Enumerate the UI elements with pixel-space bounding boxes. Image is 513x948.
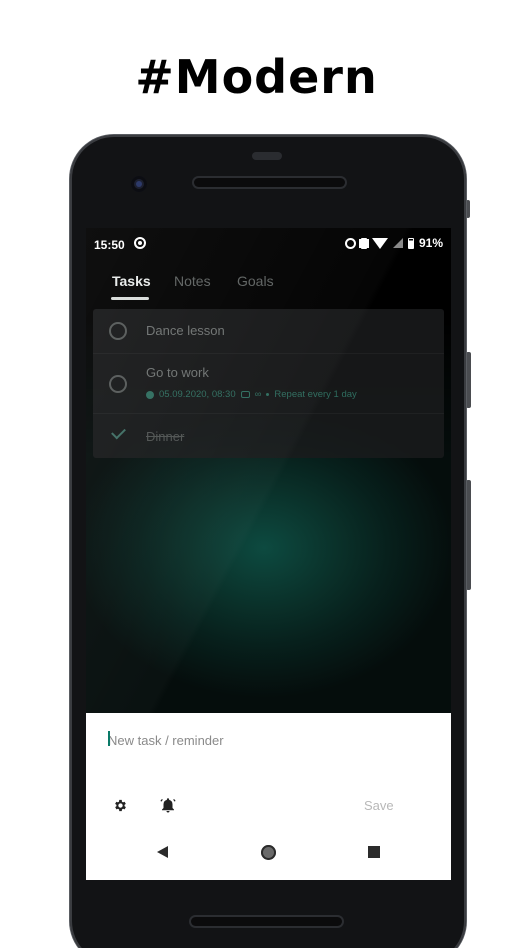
task-title: Dance lesson xyxy=(146,323,225,338)
active-tab-indicator xyxy=(111,297,149,300)
navigation-bar xyxy=(86,833,451,880)
task-input-wrap xyxy=(106,727,426,753)
gear-icon[interactable] xyxy=(113,798,128,813)
headline: #Modern xyxy=(135,50,378,104)
text-caret xyxy=(108,731,110,746)
sync-icon xyxy=(134,237,146,249)
front-camera-icon xyxy=(131,176,147,192)
save-button[interactable]: Save xyxy=(364,798,394,813)
phone-volume-button xyxy=(466,480,471,590)
separator-dot xyxy=(266,393,270,396)
battery-percent: 91% xyxy=(418,236,443,250)
task-title: Dinner xyxy=(146,429,185,444)
tab-notes[interactable]: Notes xyxy=(174,273,211,289)
task-item[interactable]: Dinner xyxy=(93,413,444,458)
status-bar: 15:50 91% xyxy=(86,228,451,260)
phone-screen: 15:50 91% Tasks Notes Goals Dance lesson… xyxy=(86,228,451,880)
repeat-icon xyxy=(240,391,250,398)
recents-square-icon[interactable] xyxy=(368,846,380,858)
new-task-sheet: Save xyxy=(86,713,451,880)
phone-bottom-speaker xyxy=(191,917,342,926)
task-checkbox[interactable] xyxy=(109,322,127,340)
wifi-icon xyxy=(371,237,388,249)
task-repeat-count: ∞ xyxy=(254,389,262,400)
phone-earpiece xyxy=(252,152,282,160)
status-time: 15:50 xyxy=(94,238,125,252)
task-meta: 05.09.2020, 08:30 ∞ Repeat every 1 day xyxy=(146,389,357,400)
back-triangle-icon[interactable] xyxy=(157,846,168,858)
signal-icon xyxy=(392,238,403,248)
check-icon[interactable] xyxy=(111,424,126,440)
tab-bar: Tasks Notes Goals xyxy=(86,270,451,300)
task-checkbox[interactable] xyxy=(109,375,127,393)
vibrate-icon xyxy=(360,237,367,249)
task-item[interactable]: Dance lesson xyxy=(93,309,444,353)
status-icons: 91% xyxy=(344,236,443,250)
phone-power-button xyxy=(466,352,471,408)
tab-goals[interactable]: Goals xyxy=(237,273,274,289)
task-item[interactable]: Go to work 05.09.2020, 08:30 ∞ Repeat ev… xyxy=(93,353,444,413)
task-date: 05.09.2020, 08:30 xyxy=(159,389,236,400)
task-repeat: Repeat every 1 day xyxy=(274,389,357,400)
phone-side-button-small xyxy=(466,200,470,218)
alarm-bell-icon[interactable] xyxy=(159,796,177,814)
home-circle-icon[interactable] xyxy=(261,845,276,860)
alarm-icon xyxy=(146,390,154,399)
task-input[interactable] xyxy=(106,727,426,753)
alarm-icon xyxy=(344,237,356,249)
phone-top-speaker xyxy=(194,178,345,187)
task-list: Dance lesson Go to work 05.09.2020, 08:3… xyxy=(93,309,444,458)
battery-icon xyxy=(407,237,414,249)
task-title: Go to work xyxy=(146,365,209,380)
tab-tasks[interactable]: Tasks xyxy=(112,273,151,289)
